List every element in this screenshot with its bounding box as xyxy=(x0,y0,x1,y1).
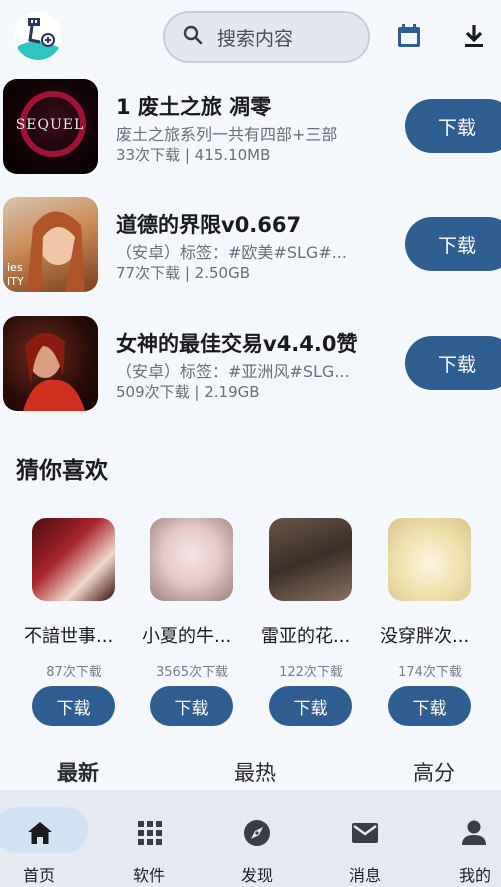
nav-label: 首页 xyxy=(23,866,56,885)
person-icon xyxy=(459,818,489,848)
section-title: 猜你喜欢 xyxy=(16,458,108,484)
game-thumbnail: ies ITY xyxy=(3,197,98,292)
list-item[interactable]: ies ITY 道德的界限v0.667 （安卓）标签：#欧美#SLG#... 7… xyxy=(0,197,501,297)
game-thumbnail xyxy=(3,316,98,411)
top-bar: 搜索内容 xyxy=(0,0,501,76)
search-bar[interactable]: 搜索内容 xyxy=(163,11,370,63)
download-button[interactable]: 下载 xyxy=(388,686,471,726)
tab-top-rated[interactable]: 高分 xyxy=(413,757,455,787)
item-meta: 509次下载 | 2.19GB xyxy=(116,383,260,401)
download-button[interactable]: 下载 xyxy=(269,686,352,726)
tab-hottest[interactable]: 最热 xyxy=(234,757,276,787)
download-count: 87次下载 xyxy=(46,665,102,680)
tab-latest[interactable]: 最新 xyxy=(57,757,99,787)
download-icon[interactable] xyxy=(460,22,488,50)
compass-icon xyxy=(242,818,272,848)
thumbnail-text: ies xyxy=(7,261,23,274)
recommend-card[interactable]: 小夏的牛... 3565次下载 下载 xyxy=(142,518,242,733)
card-title: 雷亚的花... xyxy=(261,626,351,647)
card-title: 没穿胖次... xyxy=(380,626,470,647)
recommend-card[interactable]: 不諳世事... 87次下载 下载 xyxy=(24,518,124,733)
item-title: 女神的最佳交易v4.4.0赞 xyxy=(116,332,358,356)
item-title: 道德的界限v0.667 xyxy=(116,213,302,237)
nav-item-home[interactable]: 首页 xyxy=(0,790,100,887)
download-button[interactable]: 下载 xyxy=(405,99,501,153)
item-meta: 33次下载 | 415.10MB xyxy=(116,146,271,164)
item-description: （安卓）标签：#亚洲风#SLG... xyxy=(116,362,350,381)
download-button[interactable]: 下载 xyxy=(32,686,115,726)
thumbnail-text: ITY xyxy=(7,275,24,288)
nav-item-messages[interactable]: 消息 xyxy=(316,790,416,887)
nav-label: 软件 xyxy=(133,866,166,885)
download-button[interactable]: 下载 xyxy=(405,336,501,390)
list-item[interactable]: 女神的最佳交易v4.4.0赞 （安卓）标签：#亚洲风#SLG... 509次下载… xyxy=(0,316,501,416)
download-count: 174次下载 xyxy=(398,665,462,680)
recommend-card[interactable]: 雷亚的花... 122次下载 下载 xyxy=(261,518,361,733)
nav-label: 消息 xyxy=(349,866,382,885)
item-description: 废土之旅系列一共有四部+三部 xyxy=(116,125,338,144)
search-placeholder: 搜索内容 xyxy=(217,27,294,50)
thumbnail-text: SEQUEL xyxy=(16,117,85,133)
search-icon xyxy=(183,25,203,49)
download-count: 122次下载 xyxy=(279,665,343,680)
item-title: 1 废土之旅 凋零 xyxy=(116,95,272,119)
card-title: 小夏的牛... xyxy=(142,626,232,647)
calendar-icon[interactable] xyxy=(395,22,423,50)
card-title: 不諳世事... xyxy=(24,626,114,647)
list-item[interactable]: SEQUEL 1 废土之旅 凋零 废土之旅系列一共有四部+三部 33次下载 | … xyxy=(0,79,501,179)
download-count: 3565次下载 xyxy=(155,665,229,680)
home-icon xyxy=(25,818,55,848)
nav-label: 发现 xyxy=(241,866,274,885)
app-logo[interactable] xyxy=(14,12,62,60)
game-thumbnail xyxy=(150,518,233,601)
nav-item-profile[interactable]: 我的 xyxy=(425,790,501,887)
item-meta: 77次下载 | 2.50GB xyxy=(116,264,250,282)
recommend-card[interactable]: 没穿胖次... 174次下载 下载 xyxy=(380,518,480,733)
game-thumbnail xyxy=(32,518,115,601)
nav-label: 我的 xyxy=(459,866,492,885)
mail-icon xyxy=(350,818,380,848)
download-button[interactable]: 下载 xyxy=(150,686,233,726)
download-button[interactable]: 下载 xyxy=(405,217,501,271)
bottom-navigation: 首页 软件 发现 消息 我的 xyxy=(0,790,501,887)
game-thumbnail xyxy=(388,518,471,601)
game-thumbnail: SEQUEL xyxy=(3,79,98,174)
nav-item-discover[interactable]: 发现 xyxy=(208,790,308,887)
game-thumbnail xyxy=(269,518,352,601)
item-description: （安卓）标签：#欧美#SLG#... xyxy=(116,243,347,262)
apps-grid-icon xyxy=(135,818,165,848)
nav-item-apps[interactable]: 软件 xyxy=(100,790,200,887)
